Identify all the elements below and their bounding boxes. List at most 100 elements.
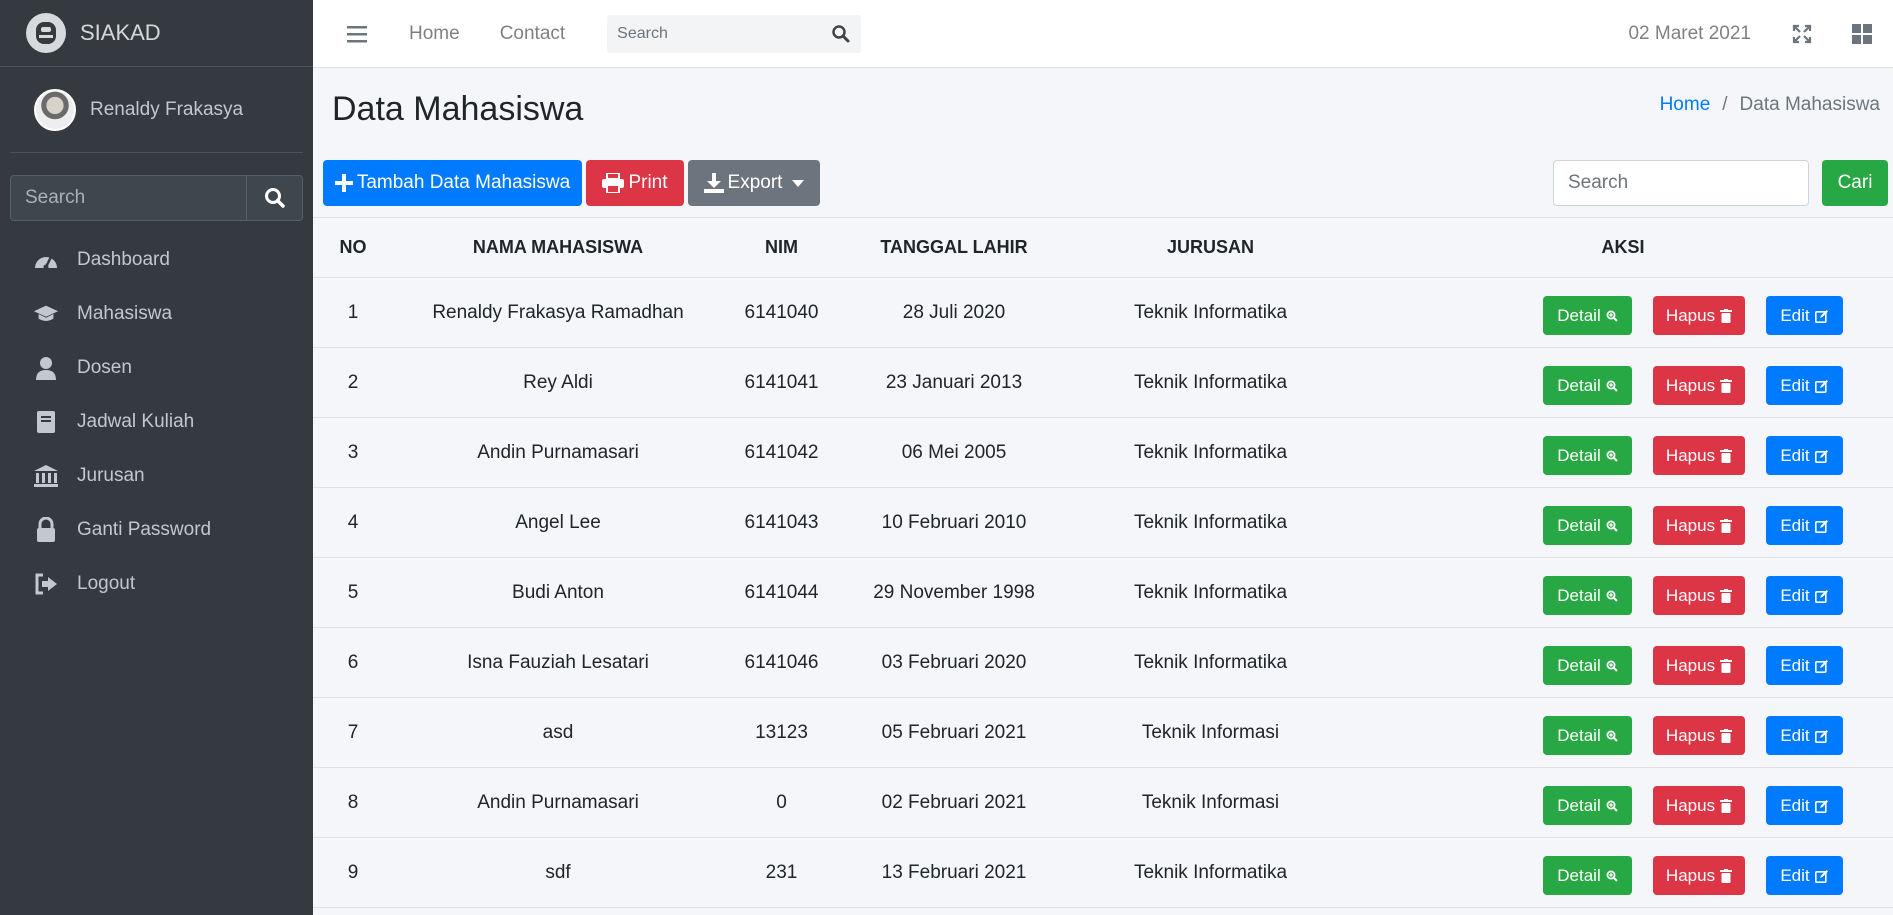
- export-label: Export: [727, 172, 783, 193]
- sidebar-item-jadwal-kuliah[interactable]: Jadwal Kuliah: [0, 395, 313, 449]
- sign-out-icon: [33, 571, 59, 597]
- navbar-search-input[interactable]: Search: [607, 25, 821, 43]
- table-row: 1 Renaldy Frakasya Ramadhan 6141040 28 Juli…: [313, 277, 1893, 348]
- brand-link[interactable]: SIAKAD: [0, 0, 313, 67]
- cell-no: 4: [313, 487, 393, 558]
- detail-button[interactable]: Detail: [1543, 786, 1632, 825]
- cell-nim: 6141044: [723, 557, 840, 628]
- caret-down-icon: [792, 179, 805, 187]
- delete-button[interactable]: Hapus: [1653, 366, 1745, 405]
- cell-aksi: Detail Hapus Edit: [1353, 277, 1893, 348]
- cell-tanggal-lahir: 13 Februari 2021: [840, 837, 1068, 908]
- cell-jurusan: Teknik Informasi: [1068, 697, 1353, 768]
- edit-button[interactable]: Edit: [1766, 366, 1843, 405]
- detail-label: Detail: [1557, 725, 1601, 745]
- edit-button[interactable]: Edit: [1766, 576, 1843, 615]
- fullscreen-button[interactable]: [1787, 19, 1817, 49]
- breadcrumb-current: Data Mahasiswa: [1739, 94, 1880, 115]
- cell-jurusan: Teknik Informatika: [1068, 557, 1353, 628]
- cell-aksi: Detail Hapus Edit: [1353, 697, 1893, 768]
- delete-button[interactable]: Hapus: [1653, 786, 1745, 825]
- export-dropdown-button[interactable]: Export: [688, 160, 820, 206]
- brand-text: SIAKAD: [80, 20, 161, 45]
- edit-label: Edit: [1780, 515, 1810, 535]
- cell-nama: Renaldy Frakasya Ramadhan: [393, 277, 723, 348]
- search-icon: [264, 188, 285, 208]
- sidebar-item-jurusan[interactable]: Jurusan: [0, 449, 313, 503]
- search-plus-icon: [1606, 380, 1618, 392]
- graduation-cap-icon: [33, 301, 59, 327]
- sidebar-search-button[interactable]: [246, 176, 302, 220]
- edit-button[interactable]: Edit: [1766, 646, 1843, 685]
- row-actions: Detail Hapus Edit: [1353, 570, 1893, 615]
- detail-label: Detail: [1557, 305, 1601, 325]
- print-button[interactable]: Print: [586, 160, 684, 206]
- navbar-search-button[interactable]: [821, 24, 861, 44]
- cell-nim: 6141043: [723, 487, 840, 558]
- cell-no: 5: [313, 557, 393, 628]
- search-button[interactable]: Cari: [1822, 160, 1888, 206]
- menu-toggle-button[interactable]: [337, 25, 377, 43]
- delete-button[interactable]: Hapus: [1653, 506, 1745, 545]
- edit-button[interactable]: Edit: [1766, 716, 1843, 755]
- edit-button[interactable]: Edit: [1766, 506, 1843, 545]
- edit-button[interactable]: Edit: [1766, 296, 1843, 335]
- cell-tanggal-lahir: 28 Juli 2020: [840, 277, 1068, 348]
- add-mahasiswa-button[interactable]: Tambah Data Mahasiswa: [323, 160, 582, 206]
- delete-button[interactable]: Hapus: [1653, 296, 1745, 335]
- cell-no: 6: [313, 627, 393, 698]
- detail-button[interactable]: Detail: [1543, 856, 1632, 895]
- breadcrumb-home[interactable]: Home: [1660, 94, 1711, 116]
- delete-button[interactable]: Hapus: [1653, 646, 1745, 685]
- edit-icon: [1814, 589, 1828, 603]
- detail-button[interactable]: Detail: [1543, 506, 1632, 545]
- cell-tanggal-lahir: 02 Februari 2021: [840, 767, 1068, 838]
- search-plus-icon: [1606, 730, 1618, 742]
- control-sidebar-button[interactable]: [1847, 19, 1877, 49]
- detail-button[interactable]: Detail: [1543, 716, 1632, 755]
- cell-nama: Andin Purnamasari: [393, 417, 723, 488]
- user-panel[interactable]: Renaldy Frakasya: [10, 67, 303, 153]
- trash-icon: [1720, 308, 1733, 323]
- edit-icon: [1814, 379, 1828, 393]
- sidebar-item-label: Ganti Password: [77, 519, 212, 540]
- sidebar-item-mahasiswa[interactable]: Mahasiswa: [0, 287, 313, 341]
- edit-label: Edit: [1780, 585, 1810, 605]
- sidebar-item-ganti-password[interactable]: Ganti Password: [0, 503, 313, 557]
- sidebar-search-input[interactable]: Search: [11, 176, 246, 220]
- detail-button[interactable]: Detail: [1543, 646, 1632, 685]
- row-actions: Detail Hapus Edit: [1353, 290, 1893, 335]
- trash-icon: [1720, 658, 1733, 673]
- delete-button[interactable]: Hapus: [1653, 436, 1745, 475]
- cell-aksi: Detail Hapus Edit: [1353, 417, 1893, 488]
- delete-button[interactable]: Hapus: [1653, 716, 1745, 755]
- nav-link-home[interactable]: Home: [409, 23, 460, 45]
- search-plus-icon: [1606, 800, 1618, 812]
- sidebar-item-dosen[interactable]: Dosen: [0, 341, 313, 395]
- grid-icon: [1852, 23, 1872, 44]
- nav-link-contact[interactable]: Contact: [500, 23, 565, 45]
- page-title: Data Mahasiswa: [332, 90, 584, 128]
- search-plus-icon: [1606, 310, 1618, 322]
- detail-button[interactable]: Detail: [1543, 576, 1632, 615]
- detail-button[interactable]: Detail: [1543, 366, 1632, 405]
- detail-button[interactable]: Detail: [1543, 436, 1632, 475]
- edit-button[interactable]: Edit: [1766, 786, 1843, 825]
- delete-label: Hapus: [1665, 655, 1716, 675]
- cell-no: 7: [313, 697, 393, 768]
- edit-button[interactable]: Edit: [1766, 856, 1843, 895]
- sidebar-item-logout[interactable]: Logout: [0, 557, 313, 611]
- sidebar-item-label: Logout: [77, 573, 136, 594]
- delete-button[interactable]: Hapus: [1653, 856, 1745, 895]
- table-search-input[interactable]: Search: [1553, 160, 1809, 206]
- search-icon: [832, 24, 850, 42]
- sidebar-item-dashboard[interactable]: Dashboard: [0, 233, 313, 287]
- lock-icon: [33, 517, 59, 543]
- delete-button[interactable]: Hapus: [1653, 576, 1745, 615]
- edit-button[interactable]: Edit: [1766, 436, 1843, 475]
- delete-label: Hapus: [1665, 515, 1716, 535]
- trash-icon: [1720, 868, 1733, 883]
- delete-label: Hapus: [1665, 865, 1716, 885]
- detail-button[interactable]: Detail: [1543, 296, 1632, 335]
- avatar: [34, 88, 76, 131]
